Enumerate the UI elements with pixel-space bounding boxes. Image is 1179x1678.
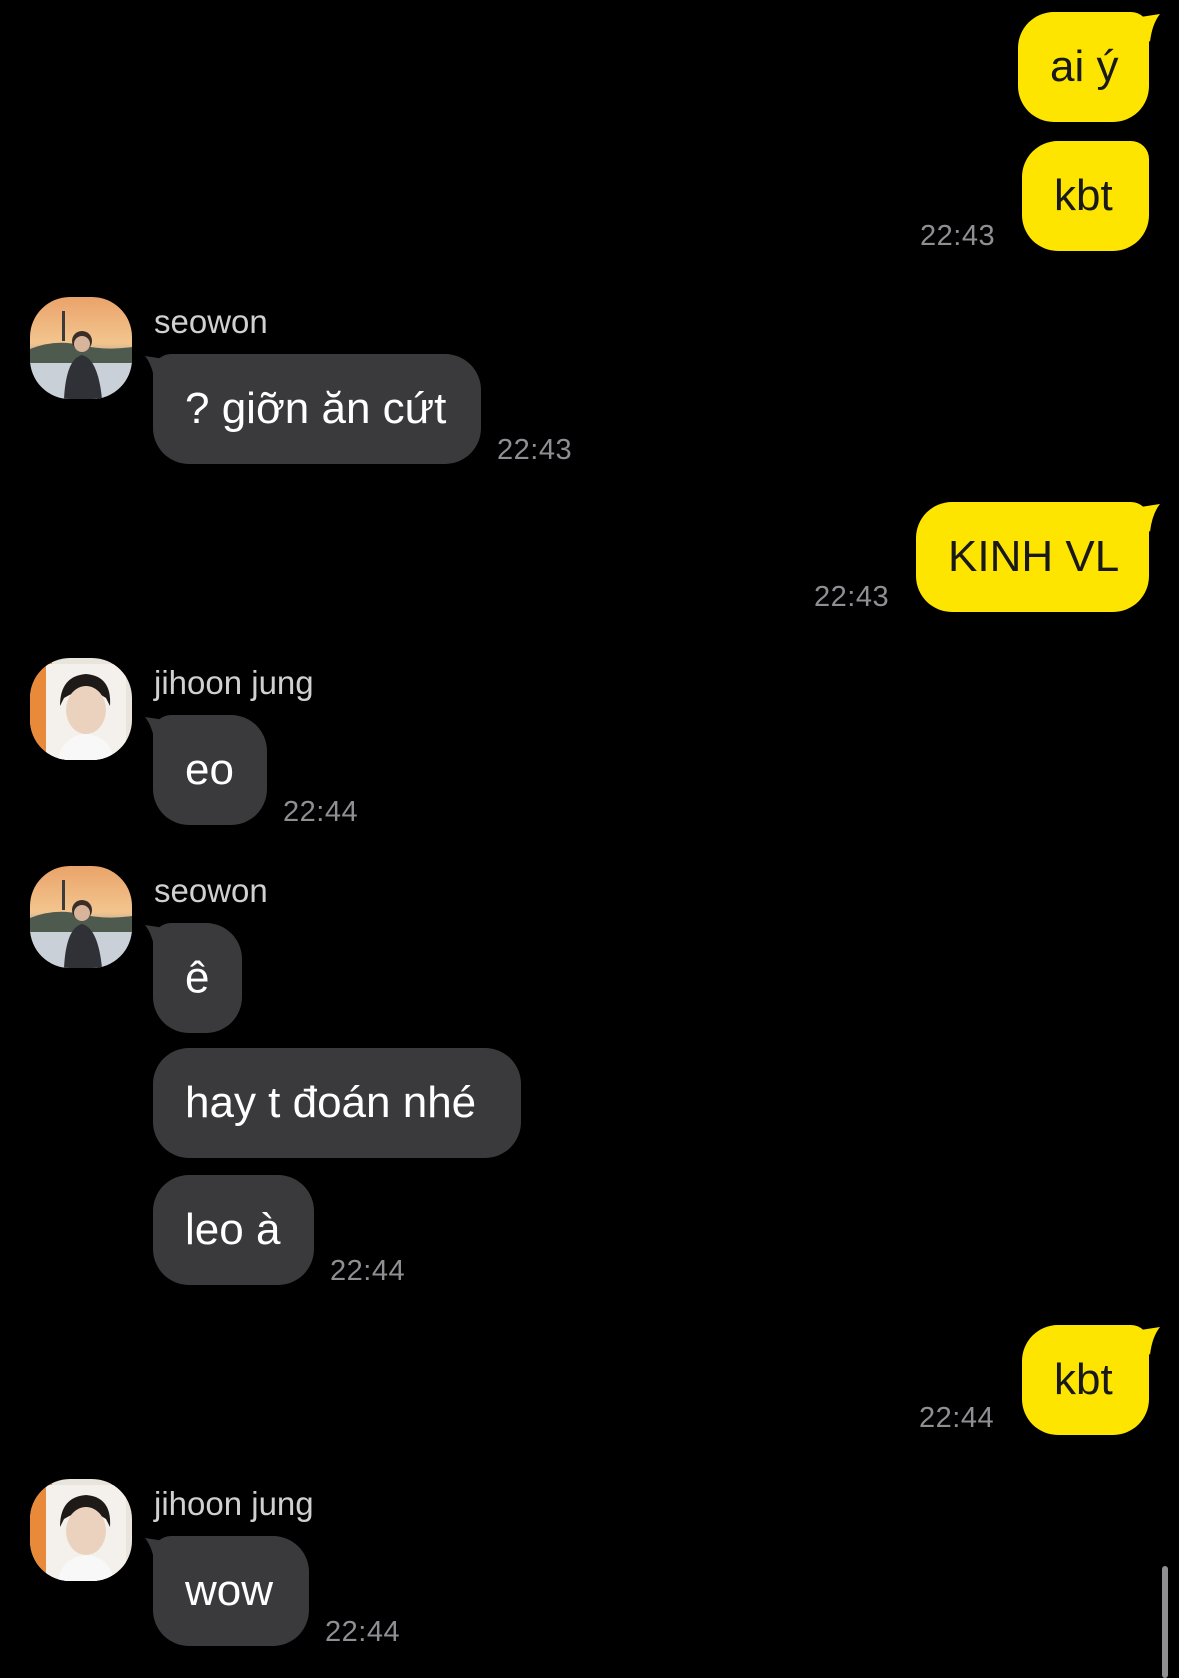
message-bubble-outgoing[interactable]: KINH VL [916, 502, 1149, 612]
message-timestamp: 22:44 [325, 1616, 401, 1648]
message-bubble-incoming[interactable]: leo à [153, 1175, 314, 1285]
message-timestamp: 22:43 [497, 434, 573, 466]
jihoon-avatar[interactable] [30, 658, 132, 760]
message-bubble-outgoing[interactable]: kbt [1022, 1325, 1149, 1435]
scrollbar[interactable] [1162, 1566, 1168, 1678]
message-bubble-outgoing[interactable]: kbt [1022, 141, 1149, 251]
bubble-tail [1134, 14, 1160, 42]
bubble-tail [145, 925, 171, 953]
jihoon-avatar[interactable] [30, 1479, 132, 1581]
message-bubble-incoming[interactable]: ? giỡn ăn cứt [153, 354, 481, 464]
message-timestamp: 22:44 [919, 1402, 995, 1434]
sender-name: seowon [154, 872, 268, 909]
seowon-avatar[interactable] [30, 866, 132, 968]
sender-name: jihoon jung [154, 664, 314, 701]
message-timestamp: 22:43 [920, 220, 996, 252]
bubble-tail [145, 356, 171, 384]
bubble-tail [145, 717, 171, 745]
sender-name: jihoon jung [154, 1485, 314, 1522]
sender-name: seowon [154, 303, 268, 340]
chat-screen[interactable]: ai ý 22:43 kbt seowon ? giỡn ăn cứt 22:4… [0, 0, 1179, 1678]
message-bubble-outgoing[interactable]: ai ý [1018, 12, 1149, 122]
message-timestamp: 22:43 [814, 581, 890, 613]
message-timestamp: 22:44 [283, 796, 359, 828]
bubble-tail [145, 1538, 171, 1566]
message-bubble-incoming[interactable]: hay t đoán nhé [153, 1048, 521, 1158]
message-timestamp: 22:44 [330, 1255, 406, 1287]
bubble-tail [1134, 504, 1160, 532]
message-bubble-incoming[interactable]: wow [153, 1536, 309, 1646]
seowon-avatar[interactable] [30, 297, 132, 399]
bubble-tail [1134, 1327, 1160, 1355]
